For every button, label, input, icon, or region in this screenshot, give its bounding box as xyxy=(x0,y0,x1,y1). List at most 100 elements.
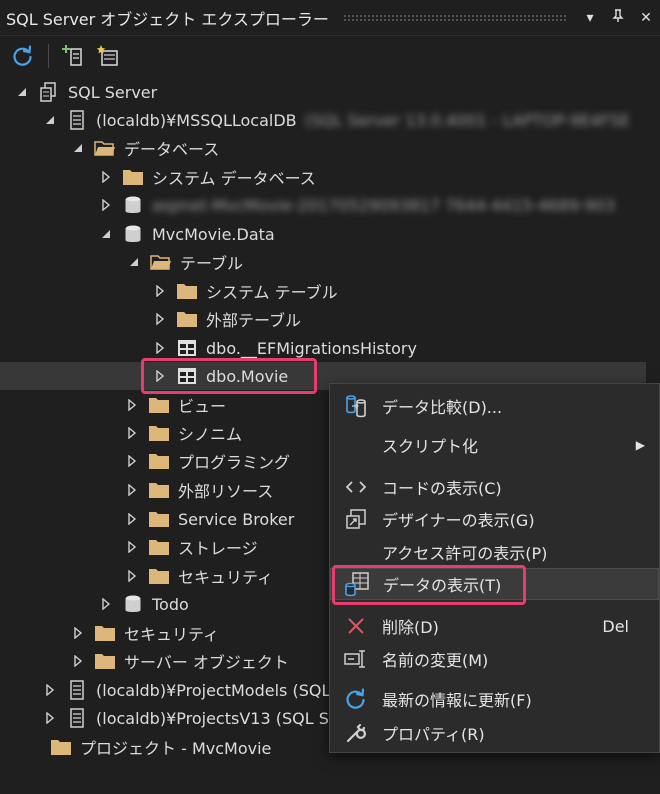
folder-icon xyxy=(148,480,170,500)
menu-item-view-data[interactable]: データの表示(T) xyxy=(330,568,659,600)
folder-open-icon xyxy=(94,138,116,158)
expanded-arrow-icon[interactable] xyxy=(126,254,142,270)
toolbar xyxy=(0,36,660,76)
folder-icon xyxy=(148,509,170,529)
tree-node-label: ビュー xyxy=(178,397,227,416)
tree-node-label: システム テーブル xyxy=(206,283,338,302)
collapsed-arrow-icon[interactable] xyxy=(70,625,86,641)
collapsed-arrow-icon[interactable] xyxy=(124,397,140,413)
tree-node-label: システム データベース xyxy=(152,169,316,188)
menu-item-data-compare[interactable]: データ比較(D)... xyxy=(330,390,659,422)
menu-item-rename[interactable]: 名前の変更(M) xyxy=(330,643,659,675)
table-icon xyxy=(176,338,198,358)
menu-item-properties[interactable]: プロパティ(R) xyxy=(330,717,659,749)
collapsed-arrow-icon[interactable] xyxy=(124,539,140,555)
expanded-arrow-icon[interactable] xyxy=(70,140,86,156)
refresh-icon xyxy=(330,687,382,711)
tree-node-system-tables[interactable]: システム テーブル xyxy=(0,277,646,305)
menu-item-label: プロパティ(R) xyxy=(382,725,485,744)
new-query-button[interactable] xyxy=(95,43,121,69)
menu-item-label: アクセス許可の表示(P) xyxy=(382,544,548,563)
server-icon xyxy=(66,708,88,728)
collapsed-arrow-icon[interactable] xyxy=(42,682,58,698)
collapsed-arrow-icon[interactable] xyxy=(98,197,114,213)
menu-item-label: デザイナーの表示(G) xyxy=(382,511,535,530)
window-menu-button[interactable]: ▾ xyxy=(576,10,604,26)
tree-node-server[interactable]: (localdb)¥MSSQLLocalDB (SQL Server 13.0.… xyxy=(0,106,646,134)
tree-node-label: SQL Server xyxy=(68,82,158,102)
folder-icon xyxy=(176,281,198,301)
tree-node-system-databases[interactable]: システム データベース xyxy=(0,163,646,191)
expanded-arrow-icon[interactable] xyxy=(98,226,114,242)
collapsed-arrow-icon[interactable] xyxy=(152,311,168,327)
menu-item-view-code[interactable]: コードの表示(C) xyxy=(330,471,659,503)
tree-node-efmigrations-table[interactable]: dbo.__EFMigrationsHistory xyxy=(0,334,646,362)
rename-icon xyxy=(330,649,382,669)
collapsed-arrow-icon[interactable] xyxy=(70,653,86,669)
collapsed-arrow-icon[interactable] xyxy=(124,568,140,584)
add-server-button[interactable] xyxy=(61,43,87,69)
menu-item-refresh[interactable]: 最新の情報に更新(F) xyxy=(330,683,659,715)
server-icon xyxy=(66,680,88,700)
blurred-server-info: (SQL Server 13.0.4001 - LAPTOP-9E4F5E xyxy=(304,110,630,130)
collapsed-arrow-icon[interactable] xyxy=(42,710,58,726)
collapsed-arrow-icon[interactable] xyxy=(152,368,168,384)
tree-node-label: 外部テーブル xyxy=(206,311,302,330)
collapsed-arrow-icon[interactable] xyxy=(124,511,140,527)
tree-node-label: 外部リソース xyxy=(178,482,274,501)
folder-icon xyxy=(148,566,170,586)
collapsed-arrow-icon[interactable] xyxy=(152,340,168,356)
table-icon xyxy=(176,366,198,386)
collapsed-arrow-icon[interactable] xyxy=(98,169,114,185)
refresh-button[interactable] xyxy=(10,43,36,69)
database-icon xyxy=(122,594,144,614)
tree-node-label: プロジェクト - MvcMovie xyxy=(80,739,272,758)
menu-item-shortcut: Del xyxy=(602,616,629,636)
tree-node-tables[interactable]: テーブル xyxy=(0,248,646,276)
folder-icon xyxy=(148,395,170,415)
collapsed-arrow-icon[interactable] xyxy=(124,453,140,469)
collapsed-arrow-icon[interactable] xyxy=(124,482,140,498)
tree-node-label: セキュリティ xyxy=(178,568,274,587)
tree-node-label: データベース xyxy=(124,140,220,159)
tree-node-blurred-database[interactable]: aspnet-MvcMovie-20170529093817 7644-4415… xyxy=(0,191,646,219)
tree-node-mvcmovie-data[interactable]: MvcMovie.Data xyxy=(0,220,646,248)
menu-item-script[interactable]: スクリプト化 ▶ xyxy=(330,429,659,461)
menu-item-view-designer[interactable]: デザイナーの表示(G) xyxy=(330,503,659,535)
folder-icon xyxy=(148,451,170,471)
folder-icon xyxy=(148,423,170,443)
collapsed-arrow-icon[interactable] xyxy=(98,596,114,612)
add-server-icon xyxy=(62,45,82,66)
toolbar-separator xyxy=(48,44,49,68)
collapsed-arrow-icon[interactable] xyxy=(152,283,168,299)
tree-node-databases[interactable]: データベース xyxy=(0,134,646,162)
menu-item-delete[interactable]: 削除(D) Del xyxy=(330,610,659,642)
tree-node-sql-server[interactable]: SQL Server xyxy=(0,78,646,106)
menu-item-label: データ比較(D)... xyxy=(382,398,503,417)
tree-node-external-tables[interactable]: 外部テーブル xyxy=(0,305,646,333)
tree-node-label: dbo.Movie xyxy=(206,366,289,386)
expanded-arrow-icon[interactable] xyxy=(14,84,30,100)
expanded-arrow-icon[interactable] xyxy=(42,112,58,128)
menu-item-label: スクリプト化 xyxy=(382,437,479,456)
folder-icon xyxy=(176,309,198,329)
folder-icon xyxy=(94,651,116,671)
pin-button[interactable] xyxy=(604,8,632,27)
view-data-icon xyxy=(331,571,383,597)
close-button[interactable]: ✕ xyxy=(632,10,660,26)
menu-item-label: 最新の情報に更新(F) xyxy=(382,691,532,710)
tree-node-label: セキュリティ xyxy=(124,625,220,644)
folder-icon xyxy=(148,537,170,557)
tree-node-label: Todo xyxy=(152,594,189,614)
tree-node-label: dbo.__EFMigrationsHistory xyxy=(206,338,417,358)
new-query-icon xyxy=(96,45,118,66)
data-compare-icon xyxy=(330,394,382,418)
tree-node-label: (localdb)¥MSSQLLocalDB xyxy=(96,110,297,130)
code-icon xyxy=(330,480,382,494)
title-grip[interactable] xyxy=(342,13,566,22)
submenu-arrow-icon: ▶ xyxy=(635,438,645,452)
tree-node-label: プログラミング xyxy=(178,453,291,472)
menu-item-view-permissions[interactable]: アクセス許可の表示(P) xyxy=(330,536,659,568)
menu-item-label: データの表示(T) xyxy=(383,576,502,595)
collapsed-arrow-icon[interactable] xyxy=(124,425,140,441)
